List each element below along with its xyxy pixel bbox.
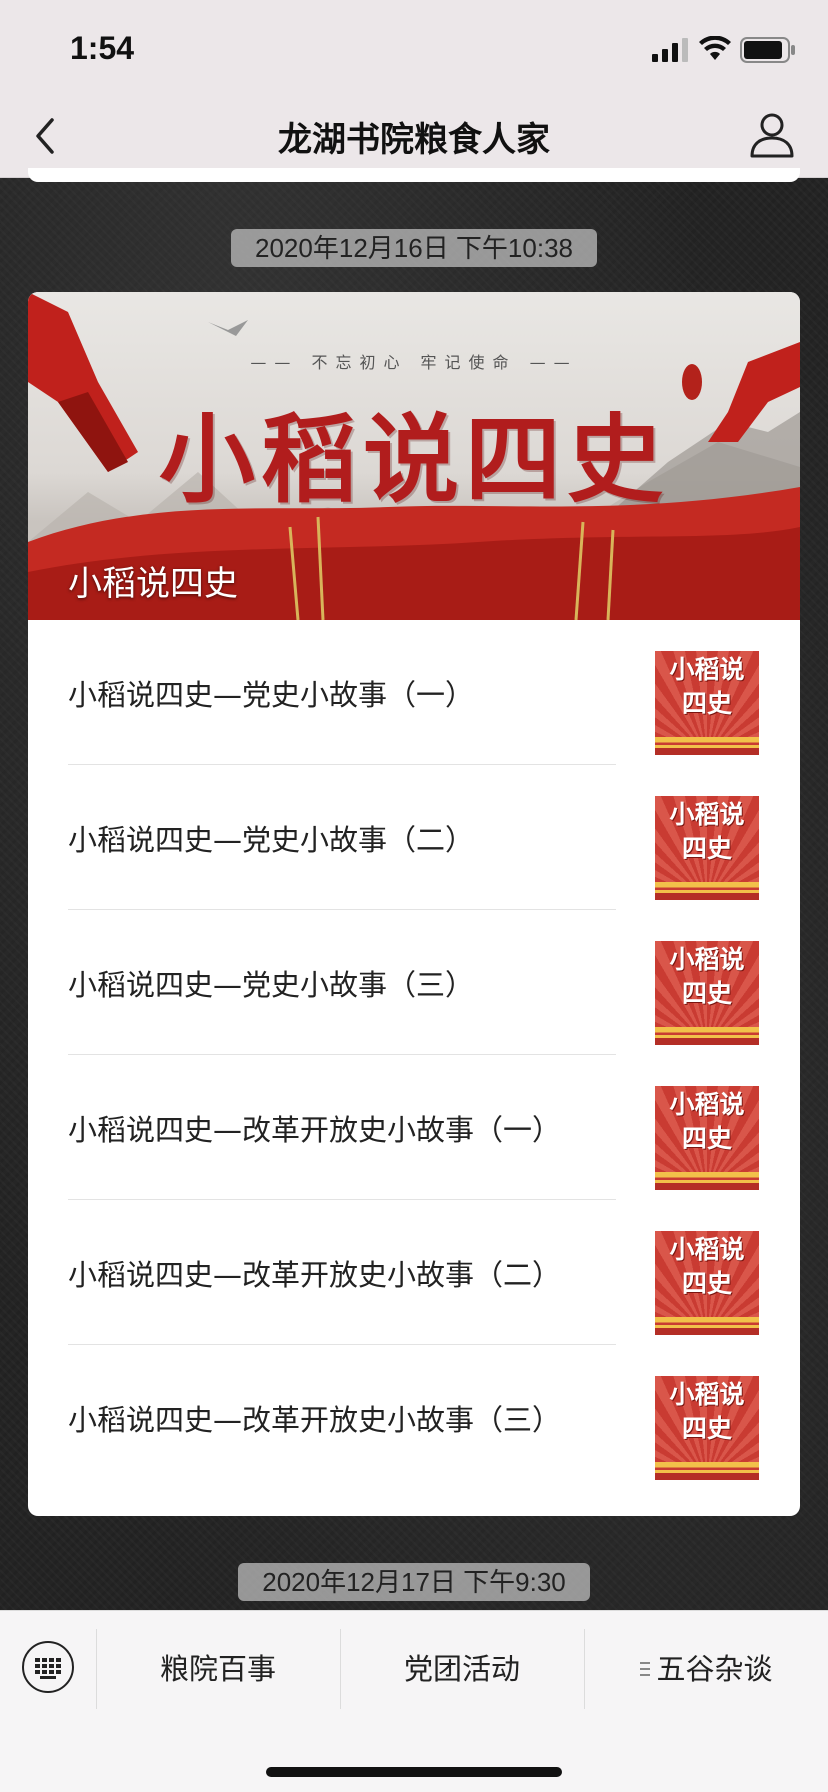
article-title: 小稻说四史—党史小故事（一） xyxy=(68,677,475,712)
submenu-icon xyxy=(640,1662,651,1676)
thumbnail-text: 小稻说 xyxy=(669,1235,745,1264)
person-icon[interactable] xyxy=(748,110,796,160)
article-list-item[interactable]: 小稻说四史—党史小故事（二） 小稻说四史 xyxy=(28,765,800,910)
article-list-item[interactable]: 小稻说四史—党史小故事（一） 小稻说四史 xyxy=(28,620,800,765)
article-thumbnail: 小稻说 四史 xyxy=(655,1376,759,1480)
article-thumbnail: 小稻说 四史 xyxy=(655,651,759,755)
status-bar: 1:54 xyxy=(0,0,828,96)
article-list-item[interactable]: 小稻说四史—党史小故事（三） 小稻说四史 xyxy=(28,910,800,1055)
keyboard-icon[interactable] xyxy=(22,1641,74,1693)
article-list-item[interactable]: 小稻说四史—改革开放史小故事（三） 小稻说四史 xyxy=(28,1345,800,1490)
article-list-item[interactable]: 小稻说四史—改革开放史小故事（二） 小稻说四史 xyxy=(28,1200,800,1345)
banner-artwork-title: 小稻说四史 xyxy=(159,403,669,516)
article-thumbnail: 小稻说 四史 xyxy=(655,1231,759,1335)
menu-item-label: 粮院百事 xyxy=(159,1652,276,1686)
message-timestamp: 2020年12月16日 下午10:38 xyxy=(231,229,597,267)
wifi-icon xyxy=(699,36,731,60)
message-timestamp: 2020年12月17日 下午9:30 xyxy=(238,1563,590,1601)
article-list-item[interactable]: 小稻说四史—改革开放史小故事（一） 小稻说四史 xyxy=(28,1055,800,1200)
thumbnail-text: 四史 xyxy=(681,1414,732,1443)
article-title: 小稻说四史—改革开放史小故事（三） xyxy=(68,1402,562,1437)
banner-caption: 小稻说四史 xyxy=(68,564,238,604)
thumbnail-text: 四史 xyxy=(681,1124,732,1153)
thumbnail-text: 小稻说 xyxy=(669,800,745,829)
battery-icon xyxy=(740,37,795,63)
article-title: 小稻说四史—改革开放史小故事（一） xyxy=(68,1112,562,1147)
article-thumbnail: 小稻说 四史 xyxy=(655,1086,759,1190)
article-thumbnail: 小稻说 四史 xyxy=(655,796,759,900)
menu-item-label: 五谷杂谈 xyxy=(656,1652,773,1686)
bottom-menu: 粮院百事 党团活动 五谷杂谈 xyxy=(0,1610,828,1792)
thumbnail-text: 四史 xyxy=(681,1269,732,1298)
thumbnail-text: 小稻说 xyxy=(669,1380,745,1409)
banner-artwork-subtitle: —— 不忘初心 牢记使命 —— xyxy=(250,353,578,372)
article-thumbnail: 小稻说 四史 xyxy=(655,941,759,1045)
thumbnail-text: 小稻说 xyxy=(669,1090,745,1119)
thumbnail-text: 四史 xyxy=(681,979,732,1008)
menu-item-liangyuan[interactable]: 粮院百事 xyxy=(97,1629,339,1709)
menu-item-party-activities[interactable]: 党团活动 xyxy=(341,1629,583,1709)
thumbnail-text: 四史 xyxy=(681,689,732,718)
article-banner[interactable]: —— 不忘初心 牢记使命 —— 小稻说四史 小稻说四史 xyxy=(28,292,800,620)
article-title: 小稻说四史—改革开放史小故事（二） xyxy=(68,1257,562,1292)
home-indicator xyxy=(266,1767,562,1777)
article-title: 小稻说四史—党史小故事（二） xyxy=(68,822,475,857)
thumbnail-text: 小稻说 xyxy=(669,945,745,974)
menu-item-label: 党团活动 xyxy=(403,1652,520,1686)
status-time: 1:54 xyxy=(70,30,135,66)
thumbnail-text: 小稻说 xyxy=(669,655,745,684)
thumbnail-text: 四史 xyxy=(681,834,732,863)
cellular-signal-icon xyxy=(652,38,688,62)
menu-item-wugu[interactable]: 五谷杂谈 xyxy=(585,1629,828,1709)
nav-bar: 龙湖书院粮食人家 xyxy=(0,96,828,178)
previous-card-edge xyxy=(28,168,800,182)
page-title: 龙湖书院粮食人家 xyxy=(278,120,550,160)
article-title: 小稻说四史—党史小故事（三） xyxy=(68,967,475,1002)
article-card: —— 不忘初心 牢记使命 —— 小稻说四史 小稻说四史 小稻说四史—党史小故事（… xyxy=(28,292,800,1516)
